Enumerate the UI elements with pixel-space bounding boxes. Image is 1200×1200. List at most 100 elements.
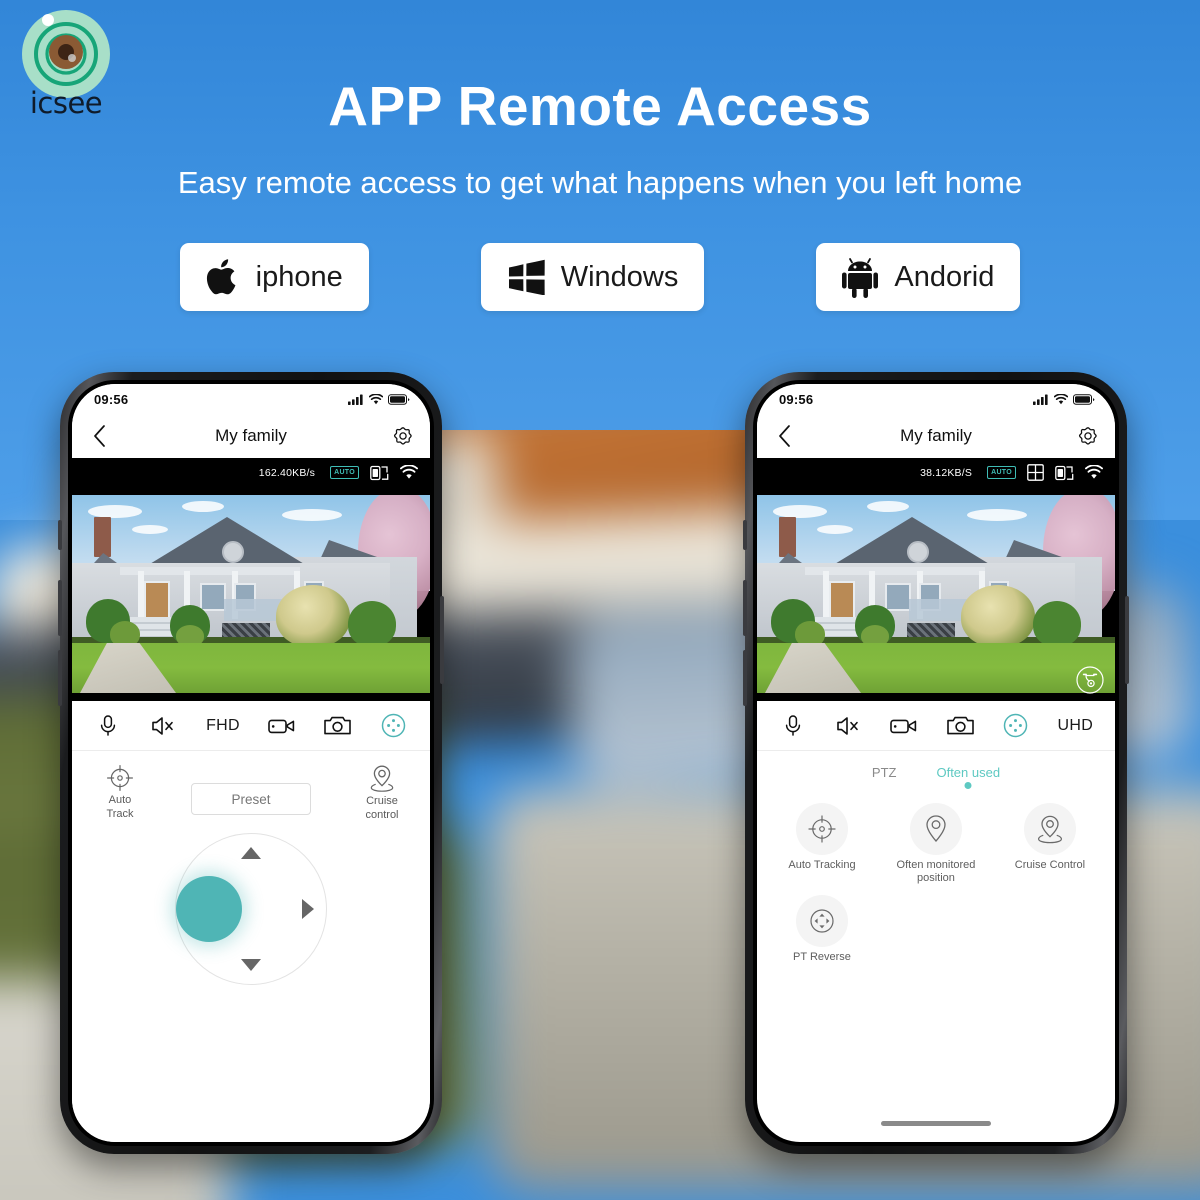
- flowering-shrub: [276, 585, 350, 647]
- feature-cruise-control[interactable]: Cruise Control: [993, 803, 1107, 885]
- auto-track-label: Auto Track: [106, 794, 133, 821]
- power-button[interactable]: [1125, 596, 1129, 684]
- volume-up-button[interactable]: [743, 580, 747, 636]
- microphone-button[interactable]: [779, 714, 807, 738]
- volume-down-button[interactable]: [58, 650, 62, 706]
- ptz-button-left[interactable]: [380, 713, 408, 738]
- ptz-tabs: PTZ Often used: [757, 751, 1115, 797]
- auto-track-button[interactable]: Auto Track: [84, 765, 156, 821]
- cloud: [282, 509, 342, 521]
- porch-roof: [805, 567, 985, 575]
- flowering-shrub: [961, 585, 1035, 647]
- camera-rotate-icon[interactable]: [1075, 665, 1105, 695]
- camera-image: [72, 495, 430, 693]
- settings-button[interactable]: [390, 424, 416, 448]
- dpad-left-active[interactable]: [176, 876, 242, 942]
- status-bar: 09:56: [757, 384, 1115, 414]
- microphone-icon: [785, 714, 801, 736]
- windows-icon: [507, 259, 545, 295]
- app-navbar: My family: [757, 414, 1115, 458]
- feature-icon-wrap: [795, 895, 848, 948]
- poster-stage: icsee APP Remote Access Easy remote acce…: [0, 0, 1200, 1200]
- snapshot-button[interactable]: [324, 715, 352, 736]
- platform-badge-iphone[interactable]: iphone: [179, 243, 369, 311]
- shrub: [348, 601, 396, 647]
- record-button[interactable]: [890, 716, 918, 736]
- battery-icon: [1073, 393, 1095, 405]
- feature-label: PT Reverse: [793, 951, 851, 964]
- ptz-button-right[interactable]: [1002, 713, 1030, 738]
- platform-badge-label: iphone: [255, 260, 343, 293]
- window: [200, 583, 226, 611]
- auto-quality-badge[interactable]: AUTO: [987, 466, 1016, 479]
- platform-badge-label: Andorid: [894, 260, 995, 293]
- wifi-icon: [1054, 393, 1068, 404]
- arrow-down-icon[interactable]: [241, 959, 261, 971]
- cruise-pin-icon: [1037, 815, 1062, 844]
- arrow-up-icon[interactable]: [241, 847, 261, 859]
- arrow-right-icon[interactable]: [302, 899, 314, 919]
- chimney: [94, 517, 111, 557]
- resolution-button-left[interactable]: FHD: [206, 717, 240, 735]
- status-icons: [1033, 393, 1095, 405]
- camera-controls-right: UHD: [757, 701, 1115, 751]
- gable-vent: [222, 541, 244, 563]
- tab-ptz[interactable]: PTZ: [872, 765, 897, 789]
- status-time: 09:56: [779, 391, 814, 407]
- feature-icon-wrap: [909, 803, 962, 855]
- wifi-icon[interactable]: [1085, 465, 1103, 480]
- feature-grid: Auto Tracking Often monitored position C…: [757, 797, 1115, 975]
- tab-often-used[interactable]: Often used: [936, 765, 1000, 789]
- video-feed-left[interactable]: [72, 487, 430, 701]
- page-title-right: My family: [900, 426, 972, 445]
- feature-icon-wrap: [1023, 803, 1076, 855]
- feature-often-monitored-position[interactable]: Often monitored position: [879, 803, 993, 885]
- camera-image: [757, 495, 1115, 693]
- platform-badge-android[interactable]: Andorid: [816, 243, 1021, 311]
- chevron-left-icon: [93, 425, 105, 447]
- ptz-dpad[interactable]: [175, 833, 327, 985]
- video-feed-right[interactable]: [757, 487, 1115, 701]
- power-button[interactable]: [440, 596, 444, 684]
- record-button[interactable]: [268, 716, 296, 736]
- auto-track-line1: Auto: [108, 794, 132, 807]
- volume-down-button[interactable]: [743, 650, 747, 706]
- page-title-left: My family: [215, 426, 287, 445]
- resolution-label: FHD: [206, 716, 240, 734]
- crosshair-icon: [808, 815, 836, 843]
- feature-pt-reverse[interactable]: PT Reverse: [765, 895, 879, 964]
- volume-up-button[interactable]: [58, 580, 62, 636]
- back-button[interactable]: [86, 425, 112, 447]
- stream-info-bar: 38.12KB/S AUTO: [757, 458, 1115, 487]
- video-record-icon: [890, 719, 917, 733]
- cloud: [182, 501, 224, 512]
- platform-badge-windows[interactable]: Windows: [480, 243, 705, 311]
- shrub: [1033, 601, 1081, 647]
- stream-info-bar: 162.40KB/s AUTO: [72, 458, 430, 487]
- home-indicator[interactable]: [881, 1121, 991, 1126]
- window: [885, 583, 911, 611]
- auto-quality-badge[interactable]: AUTO: [330, 466, 359, 479]
- wifi-icon[interactable]: [400, 465, 418, 480]
- camera-controls-left: FHD: [72, 701, 430, 751]
- location-pin-circle-icon: [926, 815, 946, 842]
- snapshot-button[interactable]: [946, 715, 974, 736]
- wifi-icon: [369, 393, 383, 404]
- split-screen-icon[interactable]: [370, 465, 389, 481]
- resolution-button-right[interactable]: UHD: [1058, 717, 1094, 735]
- microphone-button[interactable]: [94, 714, 122, 738]
- mute-switch[interactable]: [58, 520, 62, 550]
- camera-snapshot-icon: [324, 716, 352, 735]
- cruise-control-button[interactable]: Cruise control: [346, 764, 418, 822]
- cellular-signal-icon: [1033, 394, 1048, 405]
- speaker-mute-button[interactable]: [150, 715, 178, 737]
- split-screen-icon[interactable]: [1055, 465, 1074, 481]
- mute-switch[interactable]: [743, 520, 747, 550]
- settings-button[interactable]: [1075, 424, 1101, 448]
- preset-button[interactable]: Preset: [191, 783, 311, 815]
- speaker-mute-button[interactable]: [835, 715, 863, 737]
- feature-auto-tracking[interactable]: Auto Tracking: [765, 803, 879, 885]
- feature-label: Auto Tracking: [788, 859, 856, 871]
- back-button[interactable]: [771, 425, 797, 447]
- grid-view-icon[interactable]: [1027, 464, 1044, 481]
